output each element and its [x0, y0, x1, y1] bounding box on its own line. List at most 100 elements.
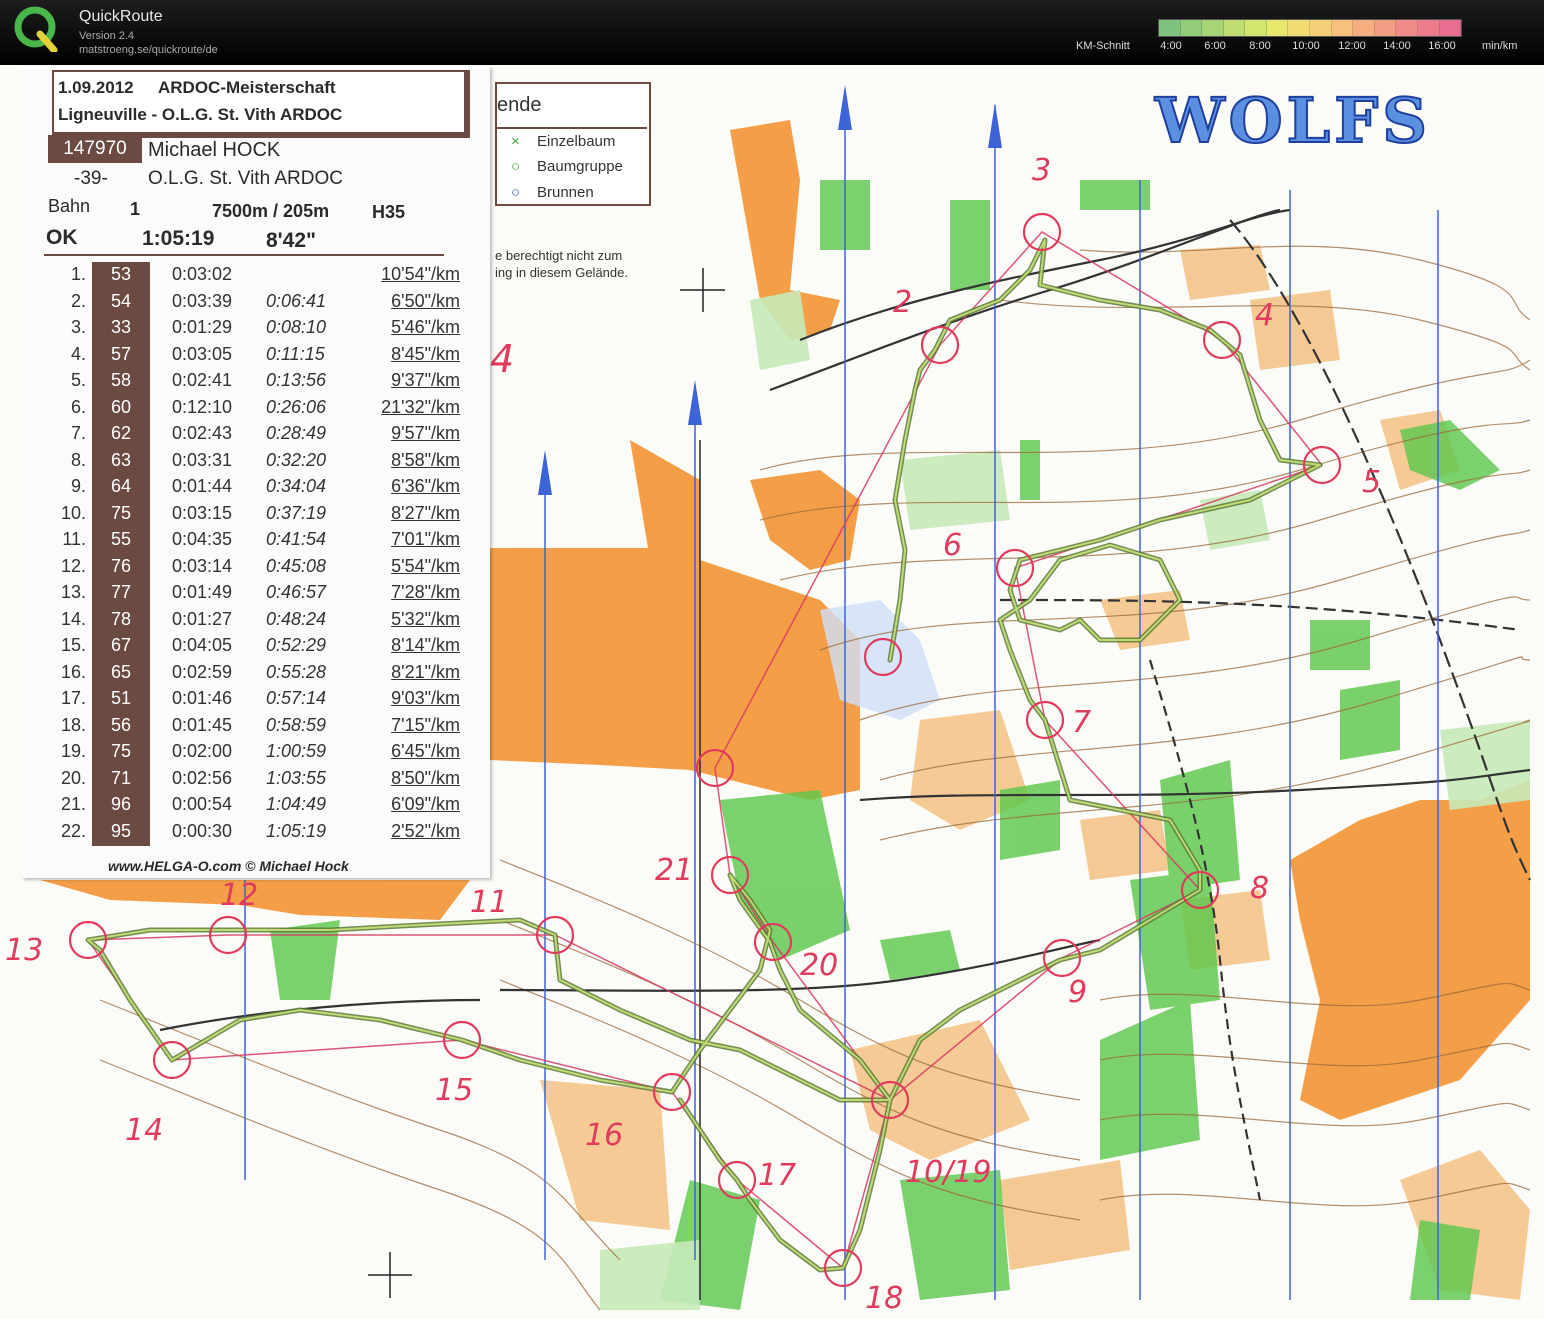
control-code: 63: [110, 449, 132, 470]
split-time: 0:02:59: [172, 661, 233, 682]
runner-name: Michael HOCK: [148, 139, 281, 161]
pace-tick: 10:00: [1292, 40, 1320, 52]
control-number: 3: [1032, 153, 1051, 188]
split-time: 0:03:02: [172, 264, 233, 284]
app-header: QuickRoute Version 2.4 matstroeng.se/qui…: [0, 0, 1544, 65]
split-pace: 9'57"/km: [391, 423, 460, 443]
course-number: 1: [130, 199, 141, 219]
split-time: 0:01:46: [172, 688, 233, 708]
split-row: 14. 78 0:01:27 0:48:24 5'32"/km: [22, 609, 490, 635]
split-time: 0:01:44: [172, 476, 233, 496]
split-row: 5. 58 0:02:41 0:13:56 9'37"/km: [22, 370, 490, 396]
split-row: 4. 57 0:03:05 0:11:15 8'45"/km: [22, 344, 490, 370]
cumulative-time: 1:05:19: [266, 820, 327, 841]
split-number: 19.: [60, 741, 86, 761]
split-pace: 6'45"/km: [391, 741, 460, 761]
control-number: 8: [1250, 871, 1269, 906]
split-row: 2. 54 0:03:39 0:06:41 6'50"/km: [22, 291, 490, 317]
split-number: 1.: [70, 264, 86, 284]
pace-scale-segment: [1159, 20, 1181, 36]
split-pace: 5'46"/km: [391, 317, 460, 337]
event-place: Ligneuville - O.L.G. St. Vith ARDOC: [58, 105, 343, 124]
split-row: 18. 56 0:01:45 0:58:59 7'15"/km: [22, 715, 490, 741]
split-time: 0:04:35: [172, 529, 233, 549]
event-box: 1.09.2012 ARDOC-Meisterschaft Ligneuvill…: [52, 70, 470, 138]
app-url: matstroeng.se/quickroute/de: [79, 44, 218, 56]
cumulative-time: 1:00:59: [266, 741, 327, 761]
split-time: 0:00:30: [172, 820, 233, 841]
split-time: 0:00:54: [172, 794, 233, 814]
control-code: 75: [110, 502, 132, 523]
control-number: 20: [800, 948, 838, 983]
runner-club: O.L.G. St. Vith ARDOC: [148, 168, 343, 189]
split-time: 0:02:41: [172, 370, 233, 390]
pace-tick: 16:00: [1428, 40, 1456, 52]
split-pace: 9'03"/km: [391, 688, 460, 708]
control-code: 64: [110, 476, 132, 496]
split-row: 3. 33 0:01:29 0:08:10 5'46"/km: [22, 317, 490, 343]
split-pace: 10'54"/km: [381, 264, 460, 284]
split-row: 22. 95 0:00:30 1:05:19 2'52"/km: [22, 821, 490, 847]
cumulative-time: 0:11:15: [266, 343, 325, 364]
split-pace: 5'32"/km: [391, 608, 460, 629]
control-number: 13: [5, 933, 43, 968]
control-code: 75: [110, 741, 132, 761]
split-time: 0:03:39: [172, 290, 233, 311]
cumulative-time: 0:37:19: [266, 502, 327, 523]
total-time: 1:05:19: [142, 227, 215, 250]
split-number: 6.: [70, 396, 86, 417]
split-pace: 6'09"/km: [391, 794, 460, 814]
split-number: 14.: [60, 608, 86, 629]
control-number: 21: [655, 853, 693, 888]
map-title: WOLFS: [1154, 84, 1431, 157]
cumulative-time: 0:58:59: [266, 714, 327, 735]
split-number: 8.: [70, 449, 86, 470]
pace-scale-segment: [1353, 20, 1375, 36]
control-number: 14: [125, 1113, 163, 1148]
split-time: 0:03:05: [172, 343, 233, 364]
split-row: 20. 71 0:02:56 1:03:55 8'50"/km: [22, 768, 490, 794]
split-number: 7.: [70, 423, 86, 443]
split-pace: 6'50"/km: [391, 290, 460, 311]
pace-tick: 4:00: [1160, 40, 1182, 52]
control-code: 95: [110, 820, 132, 841]
control-code: 62: [110, 423, 132, 443]
control-code: 60: [110, 396, 132, 417]
control-number: 15: [435, 1073, 473, 1108]
single-tree-icon: ×: [511, 133, 520, 150]
control-number: 7: [1072, 705, 1091, 740]
split-time: 0:01:29: [172, 317, 233, 337]
cumulative-time: 0:45:08: [266, 555, 327, 576]
course-label: Bahn: [48, 196, 91, 216]
control-code: 54: [110, 290, 132, 311]
split-row: 7. 62 0:02:43 0:28:49 9'57"/km: [22, 423, 490, 449]
legend-label: Einzelbaum: [537, 133, 616, 150]
pace-scale-segment: [1374, 20, 1397, 36]
cumulative-time: 1:04:49: [266, 794, 327, 814]
split-pace: 8'58"/km: [391, 449, 460, 470]
split-number: 22.: [60, 820, 86, 841]
split-row: 21. 96 0:00:54 1:04:49 6'09"/km: [22, 794, 490, 820]
well-icon: ○: [511, 184, 521, 201]
pace-color-scale: [1158, 19, 1462, 37]
pace-scale-segment: [1396, 20, 1418, 36]
pace-tick: 6:00: [1204, 40, 1226, 52]
course-class: H35: [372, 202, 406, 222]
split-row: 19. 75 0:02:00 1:00:59 6'45"/km: [22, 741, 490, 767]
split-pace: 6'36"/km: [391, 476, 460, 496]
split-pace: 5'54"/km: [391, 555, 460, 576]
split-number: 17.: [60, 688, 86, 708]
event-date: 1.09.2012: [58, 78, 134, 97]
control-number: 6: [943, 528, 962, 563]
split-time: 0:02:43: [172, 423, 233, 443]
average-pace: 8'42": [266, 229, 316, 252]
control-number: 18: [865, 1281, 903, 1316]
split-pace: 9'37"/km: [391, 370, 460, 390]
split-pace: 8'14"/km: [391, 635, 460, 655]
app-version: Version 2.4: [79, 30, 135, 42]
cumulative-time: 0:28:49: [266, 423, 327, 443]
split-number: 11.: [62, 529, 86, 549]
control-number: 10/19: [905, 1155, 991, 1190]
cumulative-time: 0:48:24: [266, 608, 327, 629]
cumulative-time: 0:06:41: [266, 290, 327, 311]
